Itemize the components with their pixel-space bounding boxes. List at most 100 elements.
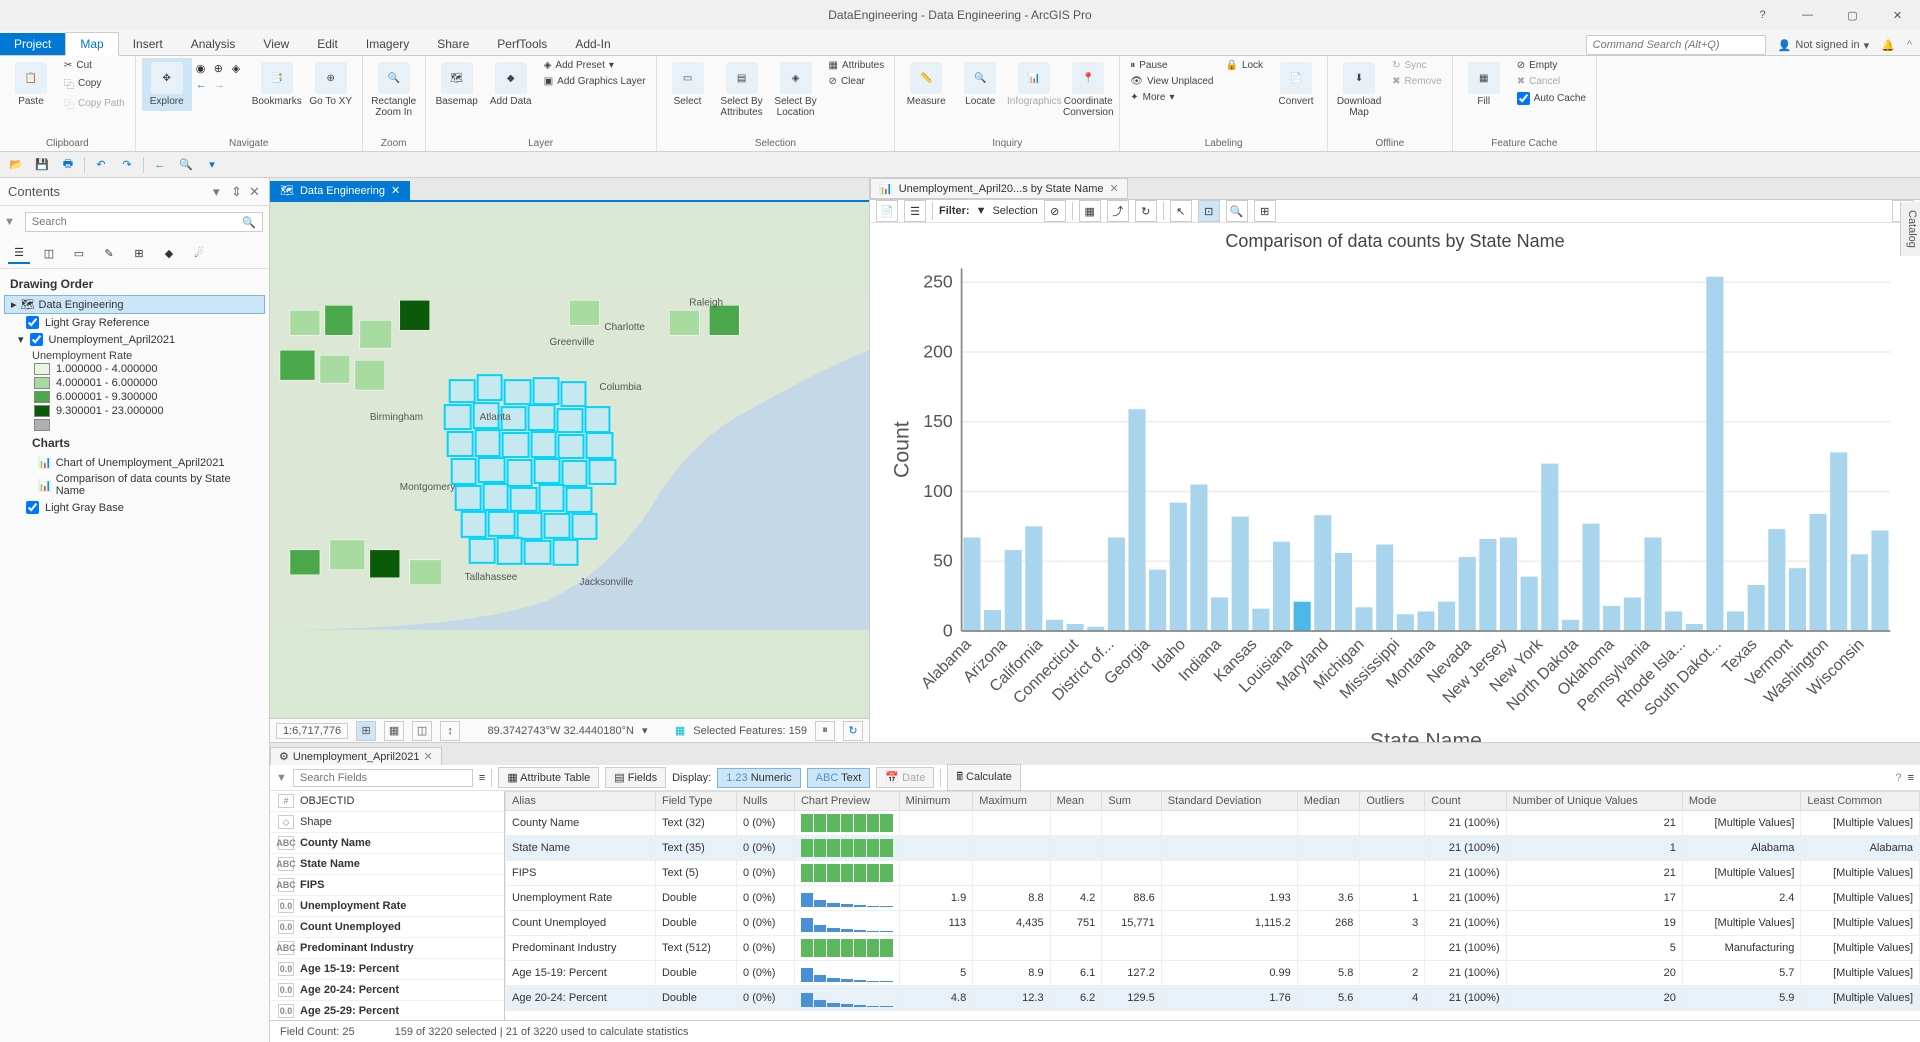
chart-bar[interactable] [1170,503,1187,631]
menu-icon[interactable]: ≡ [1908,772,1914,784]
more-button[interactable]: ✦More ▾ [1126,90,1217,105]
goto-button[interactable]: ⊕Go To XY [306,58,356,111]
copy-button[interactable]: ⿻Copy [60,74,129,93]
signin-status[interactable]: 👤 Not signed in ▾ [1778,39,1869,52]
chart-bar[interactable] [1355,607,1372,631]
basemap-button[interactable]: 🗺Basemap [432,58,482,111]
map-canvas[interactable]: Raleigh Charlotte Greenville Columbia Bi… [270,202,869,718]
stats-row[interactable]: Predominant Industry Text (512) 0 (0%) 2… [506,936,1920,961]
field-row[interactable]: ABCState Name [270,854,504,875]
de-view-tab[interactable]: ⚙ Unemployment_April2021 ✕ [270,747,442,765]
field-row[interactable]: ◇Shape [270,812,504,833]
map-frame-item[interactable]: ▸ 🗺 Data Engineering [4,295,265,314]
tab-analysis[interactable]: Analysis [177,33,250,55]
chart-bar[interactable] [963,538,980,631]
chart-bar[interactable] [1768,529,1785,631]
qat-zoom-icon[interactable]: 🔍 [176,155,196,175]
tab-perftools[interactable]: PerfTools [483,33,561,55]
collapse-icon[interactable]: ▾ [18,333,24,346]
autocache-checkbox[interactable] [1517,92,1530,105]
selbyattr-button[interactable]: ▤Select By Attributes [717,58,767,122]
tab-addin[interactable]: Add-In [561,33,624,55]
tab-edit[interactable]: Edit [303,33,352,55]
attr-table-button[interactable]: ▦ Attribute Table [498,767,599,788]
fields-button[interactable]: ▤ Fields [605,767,666,788]
lock-button[interactable]: 🔒Lock [1221,58,1267,73]
nav-icon-1[interactable]: ◉ [196,62,212,78]
close-icon[interactable]: ✕ [249,184,265,200]
next-extent-icon[interactable]: → [214,79,230,95]
stats-row[interactable]: FIPS Text (5) 0 (0%) 21 (100%) 21 [Multi… [506,861,1920,886]
chart-bar[interactable] [1521,577,1538,631]
chart-bar[interactable] [1149,570,1166,631]
stats-col-header[interactable]: Maximum [973,792,1050,811]
date-toggle[interactable]: 📅 Date [876,767,934,788]
qat-redo-icon[interactable]: ↷ [117,155,137,175]
stats-col-header[interactable]: Mean [1050,792,1102,811]
nav-icon-2[interactable]: ⊕ [214,62,230,78]
prev-extent-icon[interactable]: ← [196,79,212,95]
minimize-button[interactable]: — [1785,0,1830,30]
list-perspective-icon[interactable]: ☄ [188,242,210,264]
field-row[interactable]: ABCCounty Name [270,833,504,854]
stats-row[interactable]: Age 15-19: Percent Double 0 (0%) 5 8.9 6… [506,961,1920,986]
field-row[interactable]: #OBJECTID [270,791,504,812]
layer-unemp[interactable]: ▾ Unemployment_April2021 [4,331,265,348]
stats-row[interactable]: Age 20-24: Percent Double 0 (0%) 4.8 12.… [506,986,1920,1011]
contents-search-input[interactable] [26,213,236,231]
nav-icon-3[interactable]: ◈ [232,62,248,78]
stats-col-header[interactable]: Standard Deviation [1161,792,1297,811]
close-icon[interactable]: ✕ [391,184,400,197]
chart-bar[interactable] [1810,514,1827,631]
tab-view[interactable]: View [249,33,303,55]
chart-bar[interactable] [1273,542,1290,631]
chart-bar[interactable] [1417,611,1434,631]
selbyloc-button[interactable]: ◈Select By Location [771,58,821,122]
stats-col-header[interactable]: Outliers [1360,792,1425,811]
chart-bar[interactable] [1108,538,1125,631]
layer-base-checkbox[interactable] [26,501,39,514]
help-button[interactable]: ? [1740,0,1785,30]
chart-bar[interactable] [1686,624,1703,631]
field-row[interactable]: ABCFIPS [270,875,504,896]
filter-icon[interactable]: ▼ [276,772,287,784]
convert-button[interactable]: 📄Convert [1271,58,1321,111]
filter-icon[interactable]: ▼ [0,216,19,228]
chart-bar[interactable] [1128,409,1145,631]
field-row[interactable]: 0.0Age 15-19: Percent [270,959,504,980]
stats-row[interactable]: State Name Text (35) 0 (0%) 21 (100%) 1 … [506,836,1920,861]
dropdown-icon[interactable]: ▾ [213,184,229,200]
refresh-icon[interactable]: ↻ [843,721,863,741]
chart-bar[interactable] [1851,554,1868,631]
qat-undo-icon[interactable]: ↶ [91,155,111,175]
catalog-tab[interactable]: Catalog [1900,202,1920,256]
chart-bar[interactable] [1562,620,1579,631]
field-row[interactable]: 0.0Unemployment Rate [270,896,504,917]
chart-bar[interactable] [1459,557,1476,631]
maximize-button[interactable]: ▢ [1830,0,1875,30]
chart-bar[interactable] [1252,609,1269,631]
stats-row[interactable]: Unemployment Rate Double 0 (0%) 1.9 8.8 … [506,886,1920,911]
tab-map[interactable]: Map [65,32,118,56]
chart-legend-icon[interactable]: ☰ [904,200,926,222]
bookmarks-button[interactable]: 📑Bookmarks [252,58,302,111]
chart-bar[interactable] [1479,539,1496,631]
adddata-button[interactable]: ◆Add Data [486,58,536,111]
autocache-button[interactable]: Auto Cache [1513,90,1590,107]
close-icon[interactable]: ✕ [423,750,432,763]
layer-ref-checkbox[interactable] [26,316,39,329]
field-row[interactable]: 0.0Age 20-24: Percent [270,980,504,1001]
chart-bar[interactable] [1871,531,1888,631]
chart-bar[interactable] [1727,611,1744,631]
viewunplaced-button[interactable]: 👁View Unplaced [1126,74,1217,89]
filter-icon[interactable]: ▼ [976,205,987,217]
select-button[interactable]: ▭Select [663,58,713,111]
qat-open-icon[interactable]: 📂 [6,155,26,175]
layer-ref[interactable]: Light Gray Reference [4,314,265,331]
stats-col-header[interactable]: Count [1425,792,1506,811]
chart-bar[interactable] [1644,538,1661,631]
chart-bar[interactable] [1706,277,1723,631]
de-search-input[interactable] [293,769,473,787]
qat-print-icon[interactable]: 🖶 [58,155,78,175]
qat-back-icon[interactable]: ← [150,155,170,175]
